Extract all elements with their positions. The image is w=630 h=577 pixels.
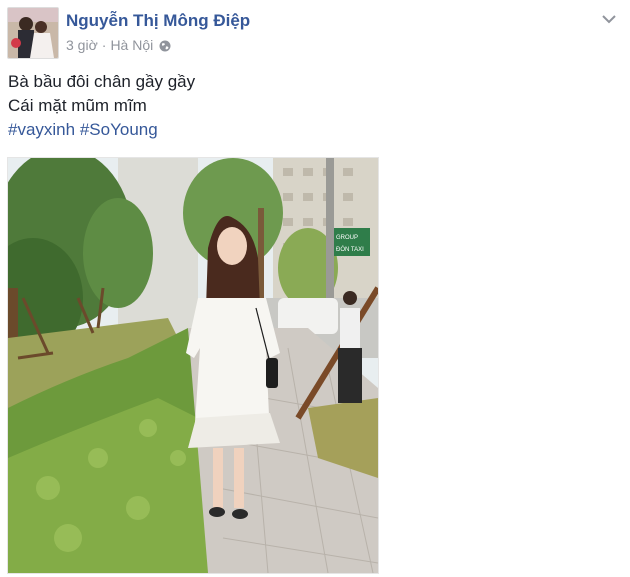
post-line-2: Cái mặt mũm mĩm: [8, 96, 147, 115]
meta-separator: ·: [101, 37, 107, 53]
post-line-1: Bà bầu đôi chân gầy gầy: [8, 72, 196, 91]
author-name[interactable]: Nguyễn Thị Mông Điệp: [66, 11, 250, 31]
photo-illustration: GROUP ĐÓN TAXI: [8, 158, 378, 573]
post-location[interactable]: Hà Nội: [110, 37, 153, 53]
post-time[interactable]: 3 giờ: [66, 37, 98, 53]
sign-text-2: ĐÓN TAXI: [336, 246, 364, 253]
hashtag-soyoung[interactable]: #SoYoung: [80, 120, 158, 139]
post-photo[interactable]: GROUP ĐÓN TAXI: [7, 157, 379, 574]
hashtag-row: #vayxinh #SoYoung: [8, 118, 195, 142]
avatar[interactable]: [7, 7, 59, 59]
globe-icon[interactable]: [159, 39, 171, 52]
facebook-post: Nguyễn Thị Mông Điệp 3 giờ · Hà Nội Bà b…: [0, 0, 630, 577]
avatar-image: [8, 8, 58, 58]
chevron-down-icon[interactable]: [600, 10, 618, 28]
post-text: Bà bầu đôi chân gầy gầy Cái mặt mũm mĩm …: [8, 70, 195, 142]
post-meta: 3 giờ · Hà Nội: [66, 37, 171, 53]
sign-text-1: GROUP: [336, 235, 358, 241]
hashtag-vayxinh[interactable]: #vayxinh: [8, 120, 75, 139]
